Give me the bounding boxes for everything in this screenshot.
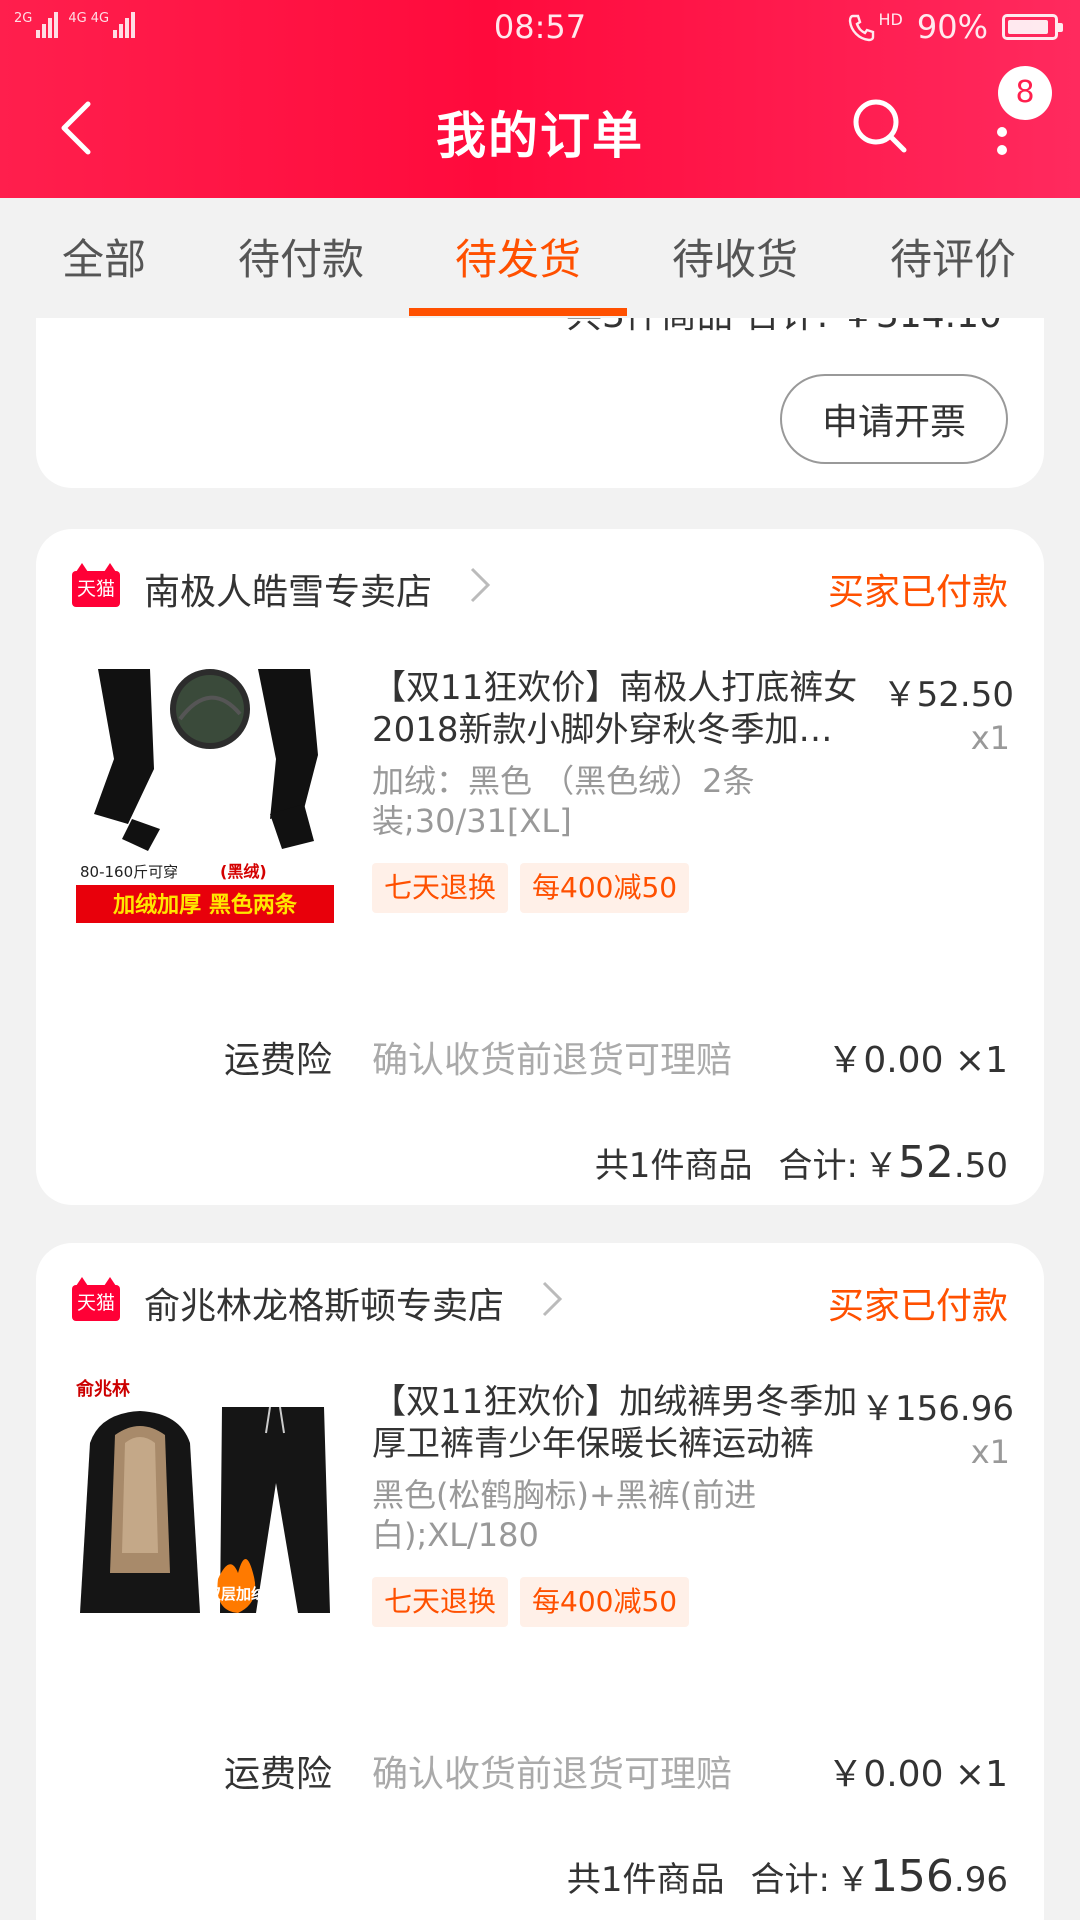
total-currency: ￥ [863,1146,898,1186]
page-title: 我的订单 [436,107,644,165]
tmall-badge-icon: 天猫 [72,1277,120,1321]
request-invoice-button[interactable]: 申请开票 [780,374,1008,464]
tab-pending-receipt[interactable]: 待收货 [672,226,798,287]
total-decimal: .50 [953,1146,1008,1186]
insurance-description: 确认收货前退货可理赔 [372,1040,733,1081]
order-card-previous: 共3件商品 合计: ￥314.10 申请开票 [36,318,1044,488]
app-header: 2G 4G 4G 08:57 HD 90% 我的订单 8 [0,0,1080,198]
product-quantity: x1 [970,1433,1010,1471]
tab-pending-payment[interactable]: 待付款 [238,226,364,287]
product-sku: 黑色(松鹤胸标)+黑裤(前进白);XL/180 [372,1476,757,1554]
item-count: 共1件商品 [566,1860,725,1900]
total-decimal: .96 [953,1860,1008,1900]
insurance-price: ￥0.00 ×1 [827,1754,1008,1795]
product-image-text: (黑绒) [220,862,267,881]
product-image-brand: 俞兆林 [75,1378,130,1400]
store-row[interactable]: 天猫 俞兆林龙格斯顿专卖店 买家已付款 [36,1243,1044,1363]
chevron-right-icon[interactable] [468,565,492,605]
nav-bar: 我的订单 [0,70,1080,186]
service-tags: 七天退换 每400减50 [372,863,690,913]
order-tabs: 全部 待付款 待发货 待收货 待评价 [0,198,1080,318]
product-image-text: 80-160斤可穿 [80,863,178,881]
product-image-text: 加绒加厚 黑色两条 [112,892,298,918]
order-list: 共3件商品 合计: ￥314.10 申请开票 天猫 南极人皓雪专卖店 买家已付款… [0,318,1080,1920]
product-title[interactable]: 【双11狂欢价】加绒裤男冬季加厚卫裤青少年保暖长裤运动裤 [372,1381,862,1465]
product-price: ￥52.50 [882,675,1014,715]
product-image[interactable]: 俞兆林 双层加绒 [70,1373,340,1643]
service-tags: 七天退换 每400减50 [372,1577,690,1627]
active-tab-indicator [409,308,627,316]
insurance-label: 运费险 [224,1754,333,1795]
product-image[interactable]: 80-160斤可穿 (黑绒) 加绒加厚 黑色两条 [70,659,340,929]
tab-pending-review[interactable]: 待评价 [890,226,1016,287]
order-total-row: 共1件商品 合计: ￥ 52 .50 [595,1137,1008,1188]
total-label: 合计: [750,1860,830,1900]
total-integer: 52 [897,1137,954,1188]
message-count-badge[interactable]: 8 [998,66,1052,120]
product-title[interactable]: 【双11狂欢价】南极人打底裤女2018新款小脚外穿秋冬季加绒加厚黑色两条 [372,667,862,751]
insurance-label: 运费险 [224,1040,333,1081]
tab-all[interactable]: 全部 [62,226,146,287]
order-status: 买家已付款 [827,572,1008,613]
status-bar: 2G 4G 4G 08:57 HD 90% [0,0,1080,56]
order-summary: 共3件商品 合计: ￥314.10 [566,318,1002,338]
tag-promotion: 每400减50 [520,863,690,913]
item-count: 共1件商品 [594,1146,753,1186]
battery-percent: 90% [916,8,988,46]
hd-call-icon: HD [847,12,903,42]
battery-icon [1002,14,1063,40]
order-card: 天猫 南极人皓雪专卖店 买家已付款 80-160斤可穿 (黑绒) 加绒加厚 黑色… [36,529,1044,1205]
tag-seven-day-return: 七天退换 [372,1577,509,1627]
store-name[interactable]: 俞兆林龙格斯顿专卖店 [144,1277,504,1329]
tag-seven-day-return: 七天退换 [372,863,509,913]
shipping-insurance-row: 运费险 确认收货前退货可理赔 ￥0.00 ×1 [36,1739,1044,1799]
store-name[interactable]: 南极人皓雪专卖店 [144,563,432,615]
product-sku: 加绒：黑色 （黑色绒）2条装;30/31[XL] [372,762,755,840]
hd-label: HD [878,10,903,29]
tag-promotion: 每400减50 [520,1577,690,1627]
store-row[interactable]: 天猫 南极人皓雪专卖店 买家已付款 [36,529,1044,649]
shipping-insurance-row: 运费险 确认收货前退货可理赔 ￥0.00 ×1 [36,1025,1044,1085]
order-card: 天猫 俞兆林龙格斯顿专卖店 买家已付款 俞兆林 双层加绒 【双11狂欢价】加绒裤… [36,1243,1044,1920]
tab-pending-shipment[interactable]: 待发货 [455,226,581,287]
total-integer: 156 [869,1851,954,1902]
product-price: ￥156.96 [861,1389,1014,1429]
order-status: 买家已付款 [827,1286,1008,1327]
insurance-description: 确认收货前退货可理赔 [372,1754,733,1795]
total-label: 合计: [778,1146,858,1186]
product-image-label: 双层加绒 [206,1585,266,1603]
insurance-price: ￥0.00 ×1 [827,1040,1008,1081]
search-icon[interactable] [850,96,910,156]
order-total-row: 共1件商品 合计: ￥ 156 .96 [567,1851,1008,1902]
tmall-badge-icon: 天猫 [72,563,120,607]
order-total: 合计: ￥ 156 .96 [750,1851,1008,1902]
order-total: 合计: ￥ 52 .50 [778,1137,1008,1188]
product-quantity: x1 [970,719,1010,757]
total-currency: ￥ [835,1860,870,1900]
chevron-right-icon[interactable] [540,1279,564,1319]
